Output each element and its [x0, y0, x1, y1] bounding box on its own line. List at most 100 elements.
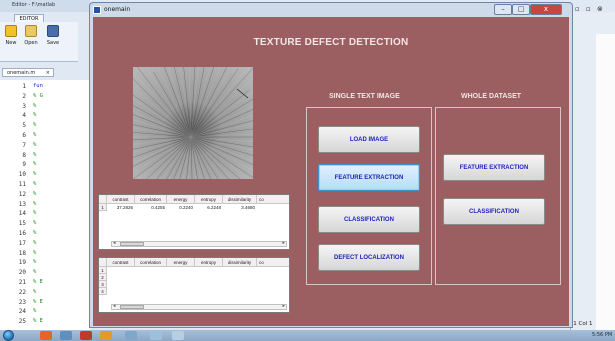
- save-button[interactable]: Save: [44, 25, 62, 59]
- close-tab-icon[interactable]: ×: [46, 69, 50, 77]
- figure-window-controls: – □ x: [490, 4, 570, 15]
- open-button-label: Open: [24, 40, 38, 46]
- line-number: 4: [22, 112, 26, 120]
- table-cell[interactable]: 3.4680: [223, 204, 257, 212]
- open-button[interactable]: Open: [22, 25, 40, 59]
- column-header[interactable]: energy: [167, 195, 195, 204]
- column-header[interactable]: correlation: [135, 195, 167, 204]
- line-number: 15: [18, 220, 26, 228]
- classification-button[interactable]: CLASSIFICATION: [318, 206, 420, 233]
- paint-icon[interactable]: [172, 331, 184, 340]
- scroll-left-icon[interactable]: ◂: [113, 240, 116, 246]
- code-line[interactable]: %: [33, 103, 36, 109]
- results-table[interactable]: contrast correlation energy entropy diss…: [98, 257, 290, 313]
- table-cell[interactable]: 6.2248: [195, 204, 223, 212]
- code-line[interactable]: %: [33, 142, 36, 148]
- explorer-icon[interactable]: [100, 331, 112, 340]
- line-number: 16: [18, 230, 26, 237]
- line-number: 19: [18, 259, 26, 267]
- defect-localization-button[interactable]: DEFECT LOCALIZATION: [318, 244, 420, 271]
- maximize-button[interactable]: □: [512, 4, 530, 15]
- table-corner: [99, 195, 107, 204]
- code-line[interactable]: %: [33, 161, 36, 167]
- column-header[interactable]: entropy: [195, 195, 223, 204]
- line-number: 13: [18, 200, 26, 208]
- code-line[interactable]: % G: [33, 93, 43, 99]
- horizontal-scrollbar[interactable]: ◂ ▸: [111, 240, 287, 247]
- windows-taskbar: 5:56 PM: [0, 330, 615, 341]
- new-button[interactable]: New: [2, 25, 20, 59]
- column-header[interactable]: co: [257, 258, 289, 267]
- column-header[interactable]: contrast: [107, 195, 135, 204]
- line-number: 7: [22, 141, 26, 149]
- code-line[interactable]: %: [33, 308, 36, 314]
- texture-image-graphic: [133, 67, 253, 179]
- dataset-classification-button[interactable]: CLASSIFICATION: [443, 198, 545, 225]
- code-line[interactable]: %: [33, 240, 36, 246]
- line-number: 17: [18, 239, 26, 247]
- file-tab-onemain[interactable]: onemain.m ×: [2, 68, 54, 77]
- table-cell[interactable]: 0.2240: [167, 204, 195, 212]
- save-icon: [47, 25, 59, 37]
- code-line[interactable]: % E: [33, 279, 43, 285]
- code-editor-area[interactable]: 1 fun 2 % G 3% 4% 5% 6% 7% 8% 9% 10% 11% 12% 13% 14% 15%…: [0, 80, 90, 330]
- code-line[interactable]: % E: [33, 299, 43, 305]
- editor-window-controls[interactable]: ▫ ▫ ⊗: [575, 5, 615, 15]
- code-line[interactable]: %: [33, 201, 36, 207]
- code-line[interactable]: %: [33, 220, 36, 226]
- table-cell[interactable]: 0.4255: [135, 204, 167, 212]
- code-line[interactable]: %: [33, 289, 36, 295]
- code-line[interactable]: %: [33, 181, 36, 187]
- line-number: 11: [18, 181, 26, 188]
- pdf-icon[interactable]: [80, 331, 92, 340]
- code-line[interactable]: %: [33, 259, 36, 265]
- code-line[interactable]: %: [33, 250, 36, 256]
- close-button[interactable]: x: [530, 4, 562, 15]
- code-line[interactable]: %: [33, 132, 36, 138]
- code-line[interactable]: %: [33, 171, 36, 177]
- line-number: 12: [18, 190, 26, 198]
- media-icon[interactable]: [60, 331, 72, 340]
- dataset-feature-extraction-button[interactable]: FEATURE EXTRACTION: [443, 154, 545, 181]
- code-line[interactable]: %: [33, 269, 36, 275]
- features-table[interactable]: contrast correlation energy entropy diss…: [98, 194, 290, 250]
- horizontal-scrollbar[interactable]: ◂ ▸: [111, 303, 287, 310]
- row-header: 3: [99, 281, 107, 288]
- column-header[interactable]: correlation: [135, 258, 167, 267]
- code-line[interactable]: %: [33, 122, 36, 128]
- scroll-right-icon[interactable]: ▸: [282, 303, 285, 309]
- table-cell[interactable]: 37.2826: [107, 204, 135, 212]
- code-line[interactable]: % E: [33, 318, 43, 324]
- line-number: 1: [22, 83, 26, 90]
- code-line[interactable]: %: [33, 152, 36, 158]
- code-line[interactable]: %: [33, 112, 36, 118]
- figure-taskbar-icon[interactable]: [150, 331, 162, 340]
- column-header[interactable]: dissimilarity: [223, 195, 257, 204]
- minimize-icon: –: [501, 5, 505, 13]
- start-button[interactable]: [3, 330, 14, 341]
- matlab-figure-icon: [93, 6, 101, 14]
- minimize-button[interactable]: –: [494, 4, 512, 15]
- column-header[interactable]: co: [257, 195, 289, 204]
- load-image-button[interactable]: LOAD IMAGE: [318, 126, 420, 153]
- code-line[interactable]: %: [33, 210, 36, 216]
- code-line[interactable]: %: [33, 191, 36, 197]
- scroll-left-icon[interactable]: ◂: [113, 303, 116, 309]
- column-header[interactable]: energy: [167, 258, 195, 267]
- chrome-icon[interactable]: [40, 331, 52, 340]
- line-number: 10: [18, 171, 26, 179]
- column-header[interactable]: dissimilarity: [223, 258, 257, 267]
- scrollbar-thumb[interactable]: [120, 242, 144, 246]
- single-text-image-heading: SINGLE TEXT IMAGE: [329, 93, 400, 100]
- scrollbar-thumb[interactable]: [120, 305, 144, 309]
- feature-extraction-button[interactable]: FEATURE EXTRACTION: [318, 164, 420, 191]
- tray-clock[interactable]: 5:56 PM: [592, 332, 612, 338]
- column-header[interactable]: contrast: [107, 258, 135, 267]
- code-line[interactable]: %: [33, 230, 36, 236]
- code-line[interactable]: fun: [33, 83, 43, 89]
- figure-title: onemain: [104, 6, 131, 13]
- matlab-taskbar-icon[interactable]: [125, 331, 137, 340]
- scroll-right-icon[interactable]: ▸: [282, 240, 285, 246]
- line-number: 2: [22, 92, 26, 100]
- column-header[interactable]: entropy: [195, 258, 223, 267]
